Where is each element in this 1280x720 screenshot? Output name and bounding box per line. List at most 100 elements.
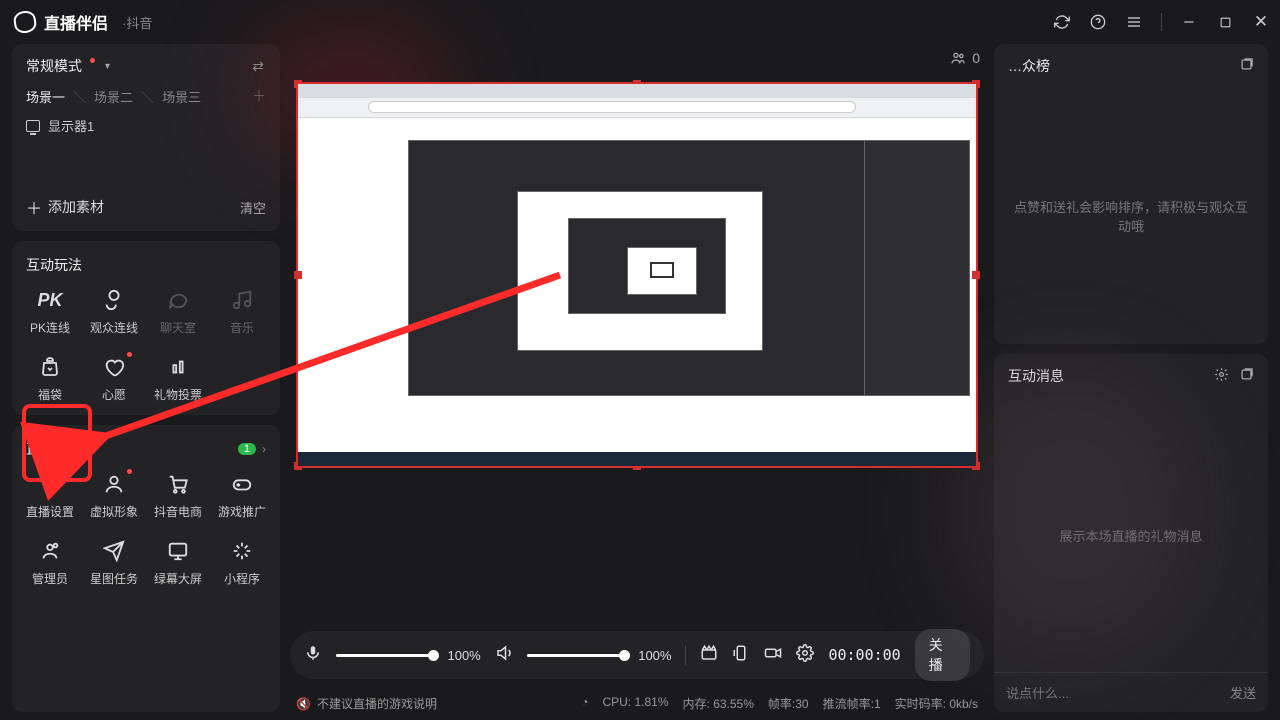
divider [1161,13,1162,31]
avatar-icon [101,471,127,497]
scene-tab-2[interactable]: 场景二 [94,87,133,106]
cpu-stat: CPU: 1.81% [602,695,668,712]
people-icon [950,50,966,66]
rank-tip: 点赞和送礼会影响排序，请积极与观众互动哦 [994,88,1268,344]
close-icon[interactable]: ✕ [1252,13,1270,31]
monitor-icon [26,120,40,132]
push-stat: 推流帧率:1 [823,695,881,712]
mic-slider[interactable] [336,654,433,657]
rank-panel: …众榜 点赞和送礼会影响排序，请积极与观众互动哦 [994,44,1268,344]
loop-icon [101,287,127,313]
maximize-icon[interactable] [1216,13,1234,31]
gift-poll[interactable]: 礼物投票 [146,354,210,403]
cart-icon [165,471,191,497]
settings-icon[interactable] [796,644,814,667]
resize-handle[interactable] [294,271,302,279]
chat-input-row: 说点什么... 发送 [994,672,1268,712]
tools-panel: 直播工具 1 › 直播设置 虚拟形象 抖音电商 游戏推广 管理员 星图任务 绿幕… [12,425,280,712]
orientation-icon[interactable] [732,644,750,667]
plus-icon: ＋ [26,195,42,219]
audience-connect[interactable]: 观众连线 [82,287,146,336]
pk-connect[interactable]: PKPK连线 [18,287,82,336]
nested-side-panel [864,140,970,396]
speaker-icon[interactable] [495,644,513,667]
mic-percent: 100% [447,648,480,663]
virtual-avatar[interactable]: 虚拟形象 [82,471,146,520]
add-source-button[interactable]: ＋ 添加素材 [26,195,104,219]
chat-input[interactable]: 说点什么... [1006,683,1069,702]
ecommerce[interactable]: 抖音电商 [146,471,210,520]
mode-selector[interactable]: 常规模式 ▾ ⇄ [26,56,266,76]
control-bar: 100% 100% 00:00:00 关播 [290,631,984,679]
refresh-icon[interactable] [1053,13,1071,31]
help-icon[interactable] [1089,13,1107,31]
interactive-title: 互动玩法 [12,241,280,277]
status-tip[interactable]: 不建议直播的游戏说明 [317,695,437,712]
greenscreen[interactable]: 绿幕大屏 [146,538,210,587]
end-stream-button[interactable]: 关播 [915,629,970,681]
nested-window-4 [627,247,697,295]
chat-room[interactable]: 聊天室 [146,287,210,336]
chevron-down-icon: ▾ [105,61,110,72]
plane-icon [101,538,127,564]
chevron-right-icon[interactable]: › [262,442,266,456]
nested-browser-chrome [298,84,976,118]
wish[interactable]: 心愿 [82,354,146,403]
tools-title: 直播工具 1 › [12,425,280,461]
nested-window-1 [408,140,876,396]
clapper-icon[interactable] [700,644,718,667]
mem-stat: 内存: 63.55% [683,695,754,712]
mic-icon[interactable] [304,644,322,667]
scenes-panel: 常规模式 ▾ ⇄ 场景一＼ 场景二＼ 场景三 ＋ 显示器1 ＋ [12,44,280,231]
person-icon [37,538,63,564]
swap-icon[interactable]: ⇄ [252,58,264,75]
lucky-bag[interactable]: 福袋 [18,354,82,403]
messages-tip: 展示本场直播的礼物消息 [994,398,1268,672]
heart-icon [101,354,127,380]
speaker-slider[interactable] [527,654,624,657]
spark-icon [229,538,255,564]
speed-icon: ◔ [581,695,588,712]
logo-icon [13,10,38,35]
scene-tab-3[interactable]: 场景三 [162,87,201,106]
scene-tabs: 场景一＼ 场景二＼ 场景三 ＋ [26,86,266,106]
music[interactable]: 音乐 [210,287,274,336]
game-promo[interactable]: 游戏推广 [210,471,274,520]
menu-icon[interactable] [1125,13,1143,31]
status-bar: 🔇 不建议直播的游戏说明 ◔ CPU: 1.81% 内存: 63.55% 帧率:… [290,689,984,712]
camera-icon[interactable] [764,644,782,667]
settings-icon[interactable] [1214,367,1229,385]
star-task[interactable]: 星图任务 [82,538,146,587]
notification-dot [90,58,95,63]
mute-icon[interactable]: 🔇 [296,697,311,711]
tools-badge: 1 [238,443,256,455]
add-scene-icon[interactable]: ＋ [252,86,266,106]
gamepad-icon [229,471,255,497]
minimize-icon[interactable] [1180,13,1198,31]
gear-icon [37,471,63,497]
messages-panel: 互动消息 展示本场直播的礼物消息 说点什么... 发送 [994,354,1268,712]
popout-icon[interactable] [1239,57,1254,75]
app-name: 直播伴侣 [44,10,108,34]
nested-taskbar [298,452,976,466]
interactive-panel: 互动玩法 PKPK连线 观众连线 聊天室 音乐 福袋 心愿 礼物投票 [12,241,280,415]
stream-timer: 00:00:00 [828,646,900,664]
nested-window-2 [517,191,763,351]
stream-settings[interactable]: 直播设置 [18,471,82,520]
title-bar: 直播伴侣 ·抖音 ✕ [0,0,1280,44]
bag-icon [37,354,63,380]
nested-window-3 [568,218,726,314]
music-icon [229,287,255,313]
scene-tab-1[interactable]: 场景一 [26,87,65,106]
preview-canvas[interactable] [296,82,978,468]
chat-icon [165,287,191,313]
clear-button[interactable]: 清空 [240,198,266,217]
poll-icon [165,354,191,380]
fps-stat: 帧率:30 [768,695,809,712]
miniapp[interactable]: 小程序 [210,538,274,587]
send-button[interactable]: 发送 [1230,683,1256,702]
popout-icon[interactable] [1239,367,1254,385]
resize-handle[interactable] [972,271,980,279]
admin[interactable]: 管理员 [18,538,82,587]
source-monitor[interactable]: 显示器1 [26,116,266,135]
